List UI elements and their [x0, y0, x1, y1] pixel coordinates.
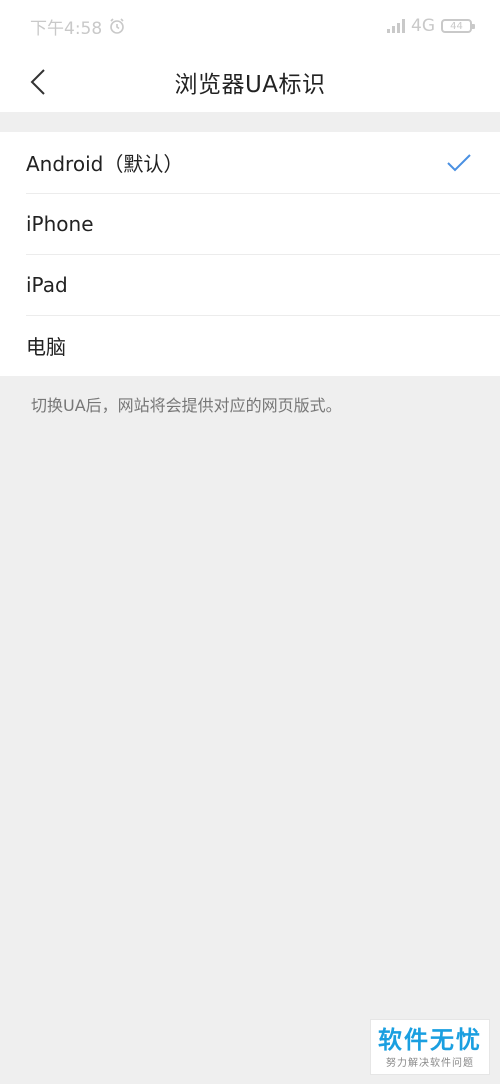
status-bar: 下午4:58 4G 44 — [0, 0, 500, 52]
battery-icon: 44 — [441, 19, 475, 33]
hint-text: 切换UA后，网站将会提供对应的网页版式。 — [31, 396, 342, 415]
ua-option-label: Android（默认） — [26, 152, 184, 176]
watermark-logo: 软件无忧 努力解决软件问题 — [370, 1019, 490, 1075]
status-time: 下午4:58 — [30, 18, 103, 39]
ua-option-label: iPad — [26, 272, 68, 297]
ua-option-label: 电脑 — [26, 335, 66, 359]
ua-option-ipad[interactable]: iPad — [0, 254, 500, 315]
ua-option-pc[interactable]: 电脑 — [0, 315, 500, 376]
battery-level: 44 — [450, 20, 463, 32]
ua-option-iphone[interactable]: iPhone — [0, 193, 500, 254]
status-left: 下午4:58 — [30, 14, 126, 39]
page-title: 浏览器UA标识 — [174, 72, 326, 98]
title-bar: 浏览器UA标识 — [0, 52, 500, 112]
watermark-subtitle: 努力解决软件问题 — [386, 1057, 474, 1069]
back-button[interactable] — [18, 62, 58, 102]
ua-option-android[interactable]: Android（默认） — [0, 132, 500, 193]
network-type: 4G — [411, 16, 435, 36]
chevron-left-icon — [30, 69, 45, 95]
signal-icon — [387, 19, 405, 33]
status-right: 4G 44 — [387, 16, 475, 36]
ua-option-label: iPhone — [26, 211, 94, 236]
watermark-title: 软件无忧 — [378, 1025, 482, 1054]
ua-option-list: Android（默认） iPhone iPad 电脑 — [0, 132, 500, 376]
checkmark-icon — [447, 153, 471, 171]
alarm-icon — [110, 18, 124, 34]
